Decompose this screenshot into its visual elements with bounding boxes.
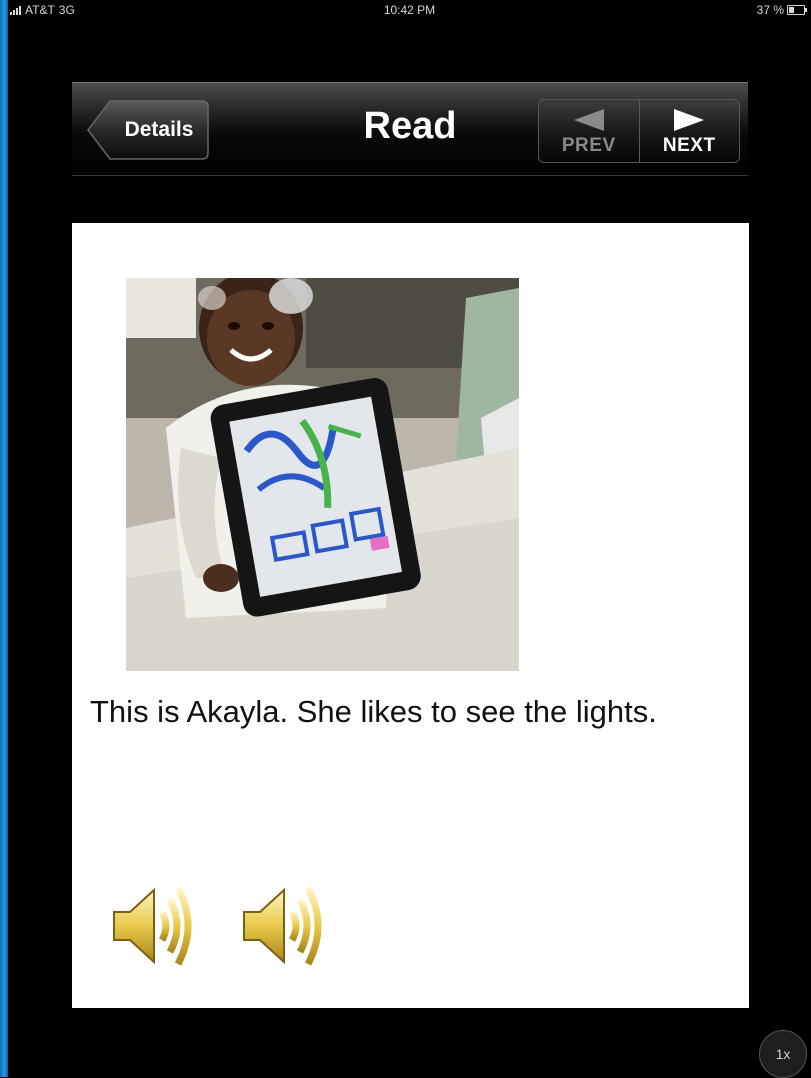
triangle-right-icon [674,109,705,131]
play-audio-button[interactable] [240,878,326,974]
status-time: 10:42 PM [383,3,436,17]
back-button-label: Details [124,118,194,141]
speaker-icon [113,886,192,966]
play-audio-button[interactable] [110,878,196,974]
story-caption: This is Akayla. She likes to see the lig… [90,694,657,729]
prev-button[interactable]: PREV [539,100,639,162]
navigation-bar: Details Read PREV NEXT [72,82,748,176]
triangle-left-icon [573,109,604,131]
battery-percent: 37 % [756,3,784,17]
next-button-label: NEXT [662,135,716,156]
background-wallpaper-strip [0,0,8,1077]
playback-speed-button[interactable]: 1x [759,1030,807,1078]
story-page: This is Akayla. She likes to see the lig… [72,223,749,1008]
prev-button-label: PREV [561,135,616,156]
status-right: 37 % [756,3,807,17]
details-back-button[interactable]: Details [86,99,210,161]
status-bar: AT&T 3G 10:42 PM 37 % [8,0,811,20]
story-photo [126,278,519,671]
speaker-icon [243,886,322,966]
prev-next-control: PREV NEXT [538,99,740,163]
battery-icon [787,5,807,15]
photo-child-with-tablet-drawing [126,278,519,671]
next-button[interactable]: NEXT [638,100,740,162]
